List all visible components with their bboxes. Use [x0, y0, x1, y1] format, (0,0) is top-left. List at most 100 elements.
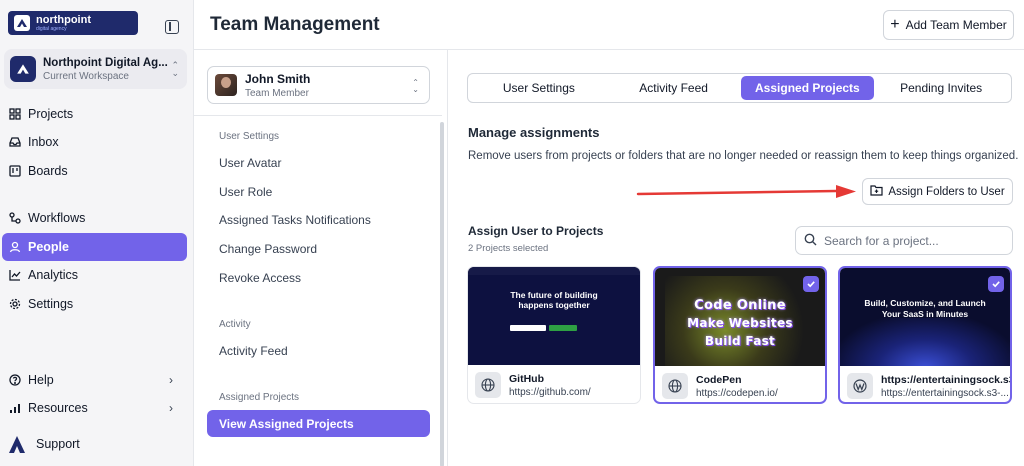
- menu-item-revoke-access[interactable]: Revoke Access: [219, 271, 301, 285]
- menu-item-activity-feed[interactable]: Activity Feed: [219, 344, 288, 358]
- sidebar-item-inbox[interactable]: Inbox: [2, 128, 187, 156]
- northpoint-logo-icon: [14, 15, 30, 31]
- tab-user-settings[interactable]: User Settings: [471, 76, 607, 100]
- menu-item-view-assigned-projects[interactable]: View Assigned Projects: [207, 410, 430, 437]
- gear-icon: [9, 298, 21, 310]
- divider: [194, 115, 442, 116]
- project-card-entertainingsock[interactable]: Build, Customize, and Launch Your SaaS i…: [838, 266, 1012, 404]
- menu-item-change-password[interactable]: Change Password: [219, 242, 317, 256]
- thumbnail-line: Code Online: [694, 298, 786, 313]
- sidebar-item-resources[interactable]: Resources ›: [2, 394, 187, 422]
- user-name: John Smith: [245, 71, 311, 86]
- sidebar-item-boards[interactable]: Boards: [2, 157, 187, 185]
- sidebar-item-label: People: [28, 240, 69, 254]
- avatar: [215, 74, 237, 96]
- manage-assignments-title: Manage assignments: [468, 125, 600, 140]
- add-team-member-button[interactable]: + Add Team Member: [883, 10, 1014, 40]
- thumbnail-line: Build Fast: [704, 334, 776, 348]
- project-search[interactable]: [795, 226, 1013, 255]
- workspace-switcher[interactable]: Northpoint Digital Ag... Current Workspa…: [4, 49, 187, 89]
- collapse-sidebar-icon[interactable]: [165, 20, 179, 34]
- menu-group-user-settings: User Settings: [219, 131, 280, 142]
- folder-plus-icon: [870, 184, 883, 199]
- red-arrow-annotation: [636, 185, 856, 198]
- support-logo-icon: [9, 436, 25, 453]
- resources-icon: [9, 402, 21, 414]
- chevron-updown-icon: ⌃ ⌄: [412, 78, 419, 94]
- search-input[interactable]: [824, 233, 994, 248]
- projects-selected-count: 2 Projects selected: [468, 243, 549, 254]
- thumbnail-headline: Build, Customize, and Launch Your SaaS i…: [864, 298, 986, 319]
- sidebar-item-label: Inbox: [28, 135, 59, 149]
- sidebar-item-workflows[interactable]: Workflows: [2, 204, 187, 232]
- menu-group-activity: Activity: [219, 319, 251, 330]
- sidebar-item-people[interactable]: People: [2, 233, 187, 261]
- globe-icon: [475, 372, 501, 398]
- brand-tagline: digital agency: [36, 25, 67, 32]
- chevron-right-icon: ›: [169, 401, 173, 415]
- assign-folders-button[interactable]: Assign Folders to User: [862, 178, 1013, 205]
- tab-activity-feed[interactable]: Activity Feed: [607, 76, 741, 100]
- sidebar: northpoint digital agency Northpoint Dig…: [0, 0, 194, 466]
- help-icon: [9, 374, 21, 386]
- project-url: https://codepen.io/: [696, 387, 778, 399]
- menu-item-user-role[interactable]: User Role: [219, 185, 272, 199]
- menu-group-assigned-projects: Assigned Projects: [219, 392, 300, 403]
- thumbnail-line: Make Websites: [687, 316, 793, 330]
- person-icon: [9, 241, 21, 253]
- sidebar-item-help[interactable]: Help ›: [2, 366, 187, 394]
- project-name: CodePen: [696, 373, 742, 386]
- sidebar-item-label: Analytics: [28, 268, 79, 282]
- wordpress-icon: [847, 373, 873, 399]
- checkmark-icon[interactable]: [803, 276, 819, 292]
- support-label: Support: [36, 437, 80, 451]
- workspace-subtitle: Current Workspace: [43, 70, 129, 82]
- inbox-icon: [9, 136, 21, 148]
- project-name: GitHub: [509, 372, 544, 385]
- project-url: https://entertainingsock.s3-...: [881, 387, 1009, 399]
- page-title: Team Management: [210, 14, 380, 35]
- chevron-right-icon: ›: [169, 373, 173, 387]
- search-icon: [804, 233, 817, 249]
- brand-name: northpoint: [36, 13, 91, 26]
- add-team-member-label: Add Team Member: [905, 18, 1007, 32]
- project-thumbnail: The future of building happens together: [468, 267, 640, 365]
- brand-logo[interactable]: northpoint digital agency: [8, 11, 138, 35]
- sidebar-item-label: Projects: [28, 107, 74, 121]
- tab-pending-invites[interactable]: Pending Invites: [874, 76, 1008, 100]
- sidebar-item-projects[interactable]: Projects: [2, 100, 187, 128]
- assign-folders-label: Assign Folders to User: [888, 185, 1005, 198]
- sidebar-item-settings[interactable]: Settings: [2, 290, 187, 318]
- support-link[interactable]: Support: [8, 433, 80, 455]
- sidebar-item-label: Help: [28, 373, 54, 387]
- tab-bar: User Settings Activity Feed Assigned Pro…: [467, 73, 1012, 103]
- user-role: Team Member: [245, 87, 309, 99]
- project-url: https://github.com/: [509, 386, 591, 398]
- assign-projects-title: Assign User to Projects: [468, 224, 604, 238]
- plus-icon: +: [890, 16, 900, 33]
- menu-item-user-avatar[interactable]: User Avatar: [219, 156, 281, 170]
- project-card-github[interactable]: The future of building happens together …: [467, 266, 641, 404]
- sidebar-item-label: Resources: [28, 401, 88, 415]
- checkmark-icon[interactable]: [988, 276, 1004, 292]
- chevron-updown-icon: ⌃ ⌄: [171, 60, 179, 78]
- project-card-codepen[interactable]: Code Online Make Websites Build Fast Cod…: [653, 266, 827, 404]
- board-icon: [9, 165, 21, 177]
- manage-assignments-description: Remove users from projects or folders th…: [468, 150, 1019, 162]
- user-settings-panel: John Smith Team Member ⌃ ⌄ User Settings …: [194, 50, 448, 466]
- tab-assigned-projects[interactable]: Assigned Projects: [740, 76, 875, 100]
- grid-icon: [9, 108, 21, 120]
- menu-item-assigned-tasks-notifications[interactable]: Assigned Tasks Notifications: [219, 213, 371, 227]
- sidebar-item-label: Settings: [28, 297, 74, 311]
- workspace-name: Northpoint Digital Ag...: [43, 56, 168, 69]
- analytics-icon: [9, 269, 21, 281]
- sidebar-item-analytics[interactable]: Analytics: [2, 261, 187, 289]
- user-selector[interactable]: John Smith Team Member ⌃ ⌄: [207, 66, 430, 104]
- project-thumbnail: Code Online Make Websites Build Fast: [655, 268, 825, 366]
- project-name: https://entertainingsock.s3-...: [881, 373, 1010, 386]
- sidebar-item-label: Boards: [28, 164, 68, 178]
- scrollbar[interactable]: [440, 122, 444, 466]
- workflow-icon: [9, 212, 21, 224]
- thumbnail-headline: The future of building happens together: [510, 290, 598, 310]
- project-thumbnail: Build, Customize, and Launch Your SaaS i…: [840, 268, 1010, 366]
